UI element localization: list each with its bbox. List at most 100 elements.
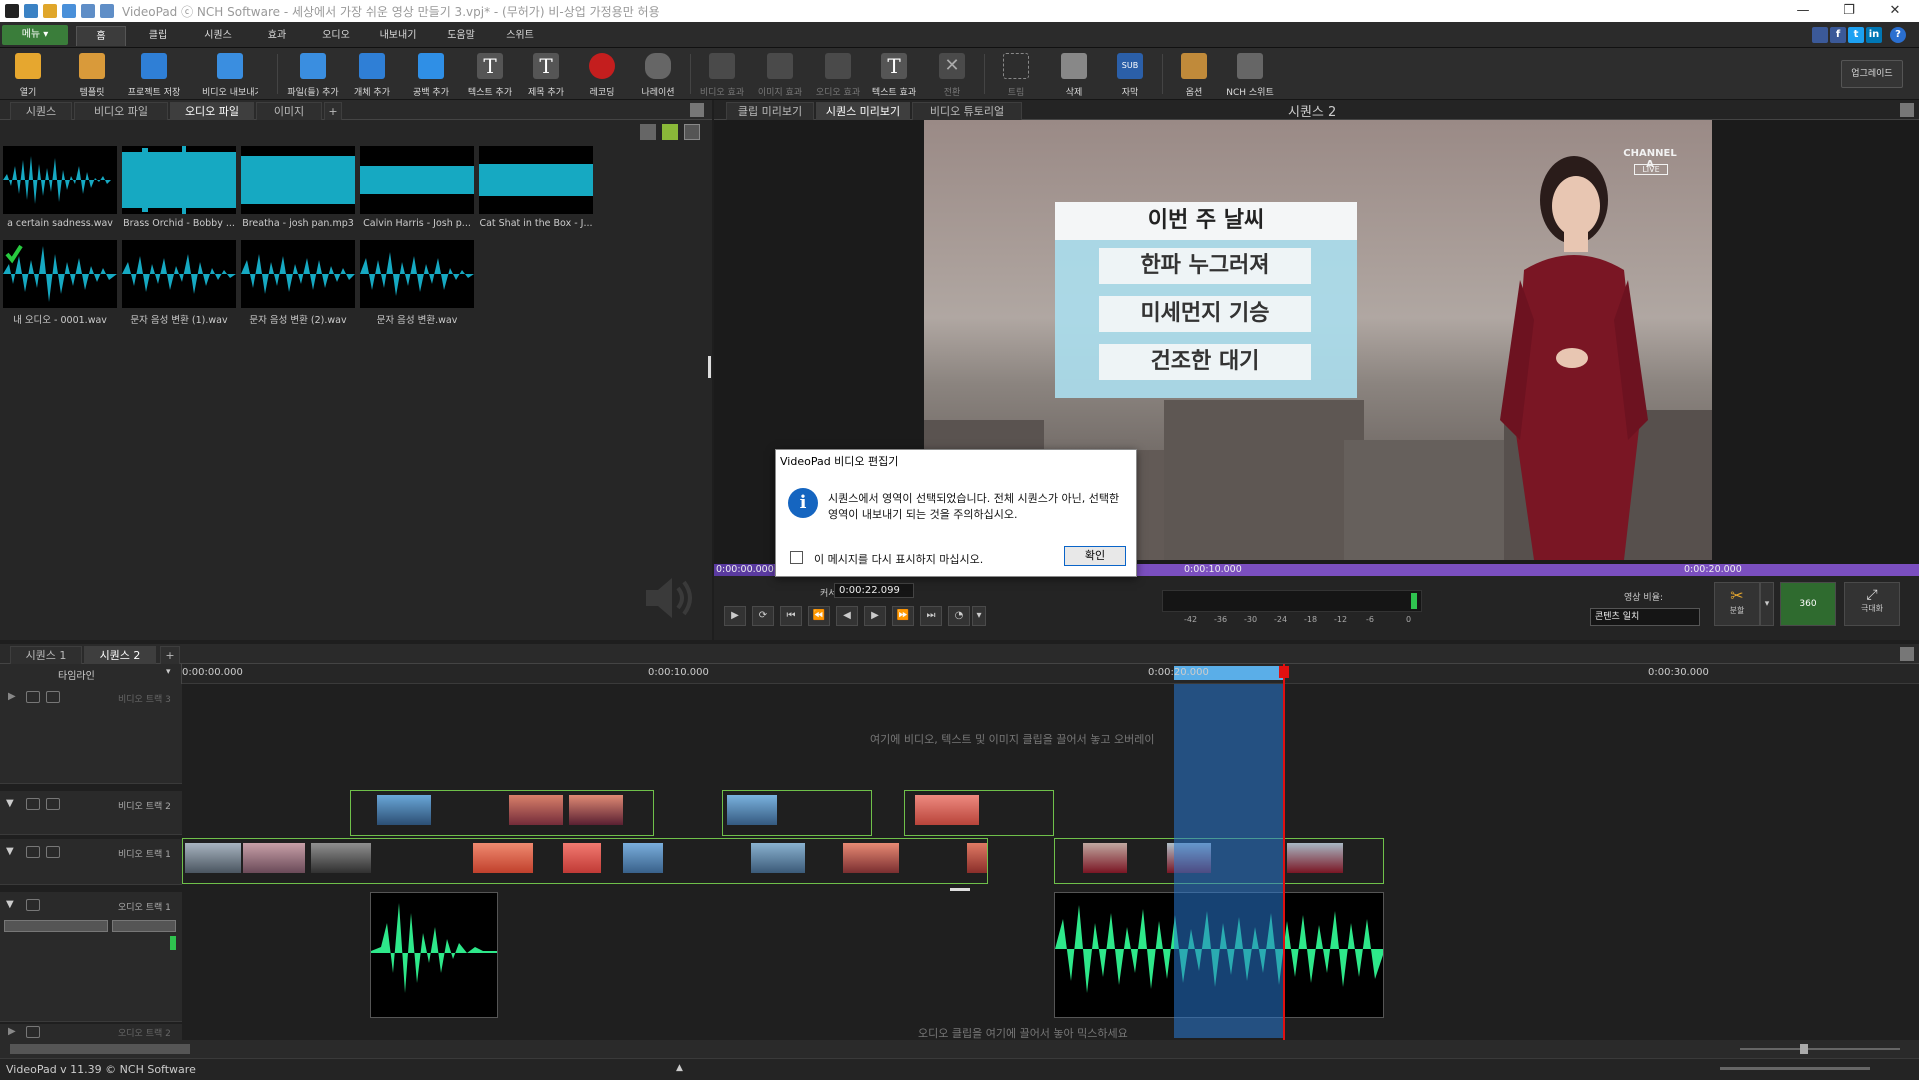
view-mode-icon[interactable] bbox=[684, 124, 700, 140]
track-resize-handle[interactable] bbox=[950, 888, 970, 891]
delete-bin-icon[interactable] bbox=[640, 124, 656, 140]
audio-clip[interactable] bbox=[370, 892, 498, 1018]
bin-clip[interactable]: Brass Orchid - Bobby ... bbox=[122, 146, 236, 236]
tab-sequence-1[interactable]: 시퀀스 1 bbox=[10, 646, 82, 664]
zoom-slider[interactable] bbox=[1740, 1048, 1900, 1050]
export-video-button[interactable]: 비디오 내보내기 bbox=[202, 51, 258, 98]
add-files-button[interactable]: 파일(들) 추가 bbox=[285, 51, 341, 98]
bin-clip[interactable]: 내 오디오 - 0001.wav bbox=[3, 240, 117, 330]
dont-show-checkbox[interactable] bbox=[790, 551, 803, 564]
undock-icon[interactable] bbox=[1900, 647, 1914, 661]
tab-clip-preview[interactable]: 클립 미리보기 bbox=[726, 102, 814, 120]
play-button[interactable]: ▶ bbox=[724, 606, 746, 626]
video-clip[interactable] bbox=[182, 838, 988, 884]
new-project-icon[interactable] bbox=[24, 4, 38, 18]
eye-icon[interactable] bbox=[26, 691, 40, 703]
go-start-button[interactable]: ⏮ bbox=[780, 606, 802, 626]
transition-button[interactable]: ✕ 전환 bbox=[924, 51, 980, 98]
add-text-button[interactable]: T 텍스트 추가 bbox=[462, 51, 518, 98]
bin-clip[interactable]: a certain sadness.wav bbox=[3, 146, 117, 236]
tab-export[interactable]: 내보내기 bbox=[366, 26, 430, 46]
add-title-button[interactable]: T 제목 추가 bbox=[518, 51, 574, 98]
audio-effects-button[interactable]: 오디오 효과 bbox=[810, 51, 866, 98]
tab-sequence-preview[interactable]: 시퀀스 미리보기 bbox=[816, 102, 910, 120]
tab-suite[interactable]: 스위트 bbox=[492, 26, 548, 46]
subtitle-button[interactable]: SUB 자막 bbox=[1102, 51, 1158, 98]
lock-icon[interactable] bbox=[46, 846, 60, 858]
tab-clip[interactable]: 클립 bbox=[132, 26, 184, 46]
playhead[interactable] bbox=[1283, 664, 1285, 1040]
save-project-icon[interactable] bbox=[62, 4, 76, 18]
add-folder-icon[interactable] bbox=[662, 124, 678, 140]
template-button[interactable]: 템플릿 bbox=[64, 51, 120, 98]
ok-button[interactable]: 확인 bbox=[1064, 546, 1126, 566]
bin-clip[interactable]: 문자 음성 변환 (1).wav bbox=[122, 240, 236, 330]
video-effects-button[interactable]: 비디오 효과 bbox=[694, 51, 750, 98]
narration-button[interactable]: 나레이션 bbox=[630, 51, 686, 98]
lock-icon[interactable] bbox=[46, 798, 60, 810]
cursor-time-field[interactable]: 0:00:22.099 bbox=[834, 583, 914, 598]
video-clip[interactable] bbox=[722, 790, 872, 836]
speaker-icon[interactable] bbox=[26, 899, 40, 911]
tab-help[interactable]: 도움말 bbox=[432, 26, 490, 46]
minimize-button[interactable]: — bbox=[1780, 0, 1826, 22]
add-sequence-button[interactable]: + bbox=[160, 646, 180, 664]
collapse-icon[interactable]: ▼ bbox=[6, 899, 20, 911]
fullscreen-button[interactable]: ⤢ 극대화 bbox=[1844, 582, 1900, 626]
help-icon[interactable]: ? bbox=[1890, 27, 1906, 43]
add-blank-button[interactable]: 공백 추가 bbox=[403, 51, 459, 98]
bin-clip[interactable]: Calvin Harris - Josh p... bbox=[360, 146, 474, 236]
text-effects-button[interactable]: T 텍스트 효과 bbox=[866, 51, 922, 98]
image-effects-button[interactable]: 이미지 효과 bbox=[752, 51, 808, 98]
eye-icon[interactable] bbox=[26, 846, 40, 858]
twitter-icon[interactable]: t bbox=[1848, 27, 1864, 43]
timeline-ruler[interactable]: 타임라인 ▾ 0:00:00.000 0:00:10.000 0:00:20.0… bbox=[0, 664, 1919, 684]
panel-splitter[interactable] bbox=[708, 356, 711, 378]
bin-clip[interactable]: 문자 음성 변환 (2).wav bbox=[241, 240, 355, 330]
zoom-thumb[interactable] bbox=[1800, 1044, 1808, 1054]
main-menu-button[interactable]: 메뉴 ▾ bbox=[2, 25, 68, 45]
split-button[interactable]: ✂ 분할 bbox=[1714, 582, 1760, 626]
eye-icon[interactable] bbox=[26, 798, 40, 810]
nch-suite-button[interactable]: NCH 스위트 bbox=[1222, 51, 1278, 98]
record-button[interactable]: 레코딩 bbox=[574, 51, 630, 98]
selected-range[interactable] bbox=[1174, 684, 1284, 1038]
tab-sequence[interactable]: 시퀀스 bbox=[190, 26, 246, 46]
undo-icon[interactable] bbox=[81, 4, 95, 18]
tab-images[interactable]: 이미지 bbox=[256, 102, 322, 120]
step-back-button[interactable]: ◀ bbox=[836, 606, 858, 626]
redo-icon[interactable] bbox=[100, 4, 114, 18]
undock-icon[interactable] bbox=[1900, 103, 1914, 117]
tab-sequence-2[interactable]: 시퀀스 2 bbox=[84, 646, 156, 664]
tab-effects[interactable]: 효과 bbox=[252, 26, 302, 46]
master-volume-slider[interactable] bbox=[1720, 1067, 1870, 1070]
trim-button[interactable]: 트림 bbox=[988, 51, 1044, 98]
expand-icon[interactable]: ▶ bbox=[8, 691, 22, 703]
tab-video-files[interactable]: 비디오 파일 bbox=[74, 102, 168, 120]
vr360-button[interactable]: 360 bbox=[1780, 582, 1836, 626]
go-end-button[interactable]: ⏭ bbox=[920, 606, 942, 626]
bin-clip[interactable]: 문자 음성 변환.wav bbox=[360, 240, 474, 330]
bin-clip[interactable]: Breatha - josh pan.mp3 bbox=[241, 146, 355, 236]
expand-icon[interactable]: ▶ bbox=[8, 1026, 22, 1038]
add-bin-tab-button[interactable]: + bbox=[324, 102, 342, 120]
tab-home[interactable]: 홈 bbox=[76, 26, 126, 46]
bin-clip[interactable]: Cat Shat in the Box - J... bbox=[479, 146, 593, 236]
timeline-scrollbar[interactable] bbox=[0, 1040, 1919, 1058]
video-clip[interactable] bbox=[904, 790, 1054, 836]
maximize-button[interactable]: ❐ bbox=[1826, 0, 1872, 22]
step-forward-button[interactable]: ▶ bbox=[864, 606, 886, 626]
open-project-icon[interactable] bbox=[43, 4, 57, 18]
panel-toggle-icon[interactable]: ▲ bbox=[676, 1063, 683, 1073]
video-clip[interactable] bbox=[350, 790, 654, 836]
upgrade-button[interactable]: 업그레이드 bbox=[1841, 60, 1903, 88]
split-dropdown-icon[interactable]: ▾ bbox=[1760, 582, 1774, 626]
speed-button[interactable]: ◔ bbox=[948, 606, 970, 626]
tab-audio-files[interactable]: 오디오 파일 bbox=[170, 102, 254, 120]
like-icon[interactable] bbox=[1812, 27, 1828, 43]
options-button[interactable]: 옵션 bbox=[1166, 51, 1222, 98]
delete-button[interactable]: 삭제 bbox=[1046, 51, 1102, 98]
volume-slider[interactable] bbox=[4, 920, 108, 932]
save-project-button[interactable]: 프로젝트 저장 bbox=[126, 51, 182, 98]
next-frame-button[interactable]: ⏩ bbox=[892, 606, 914, 626]
